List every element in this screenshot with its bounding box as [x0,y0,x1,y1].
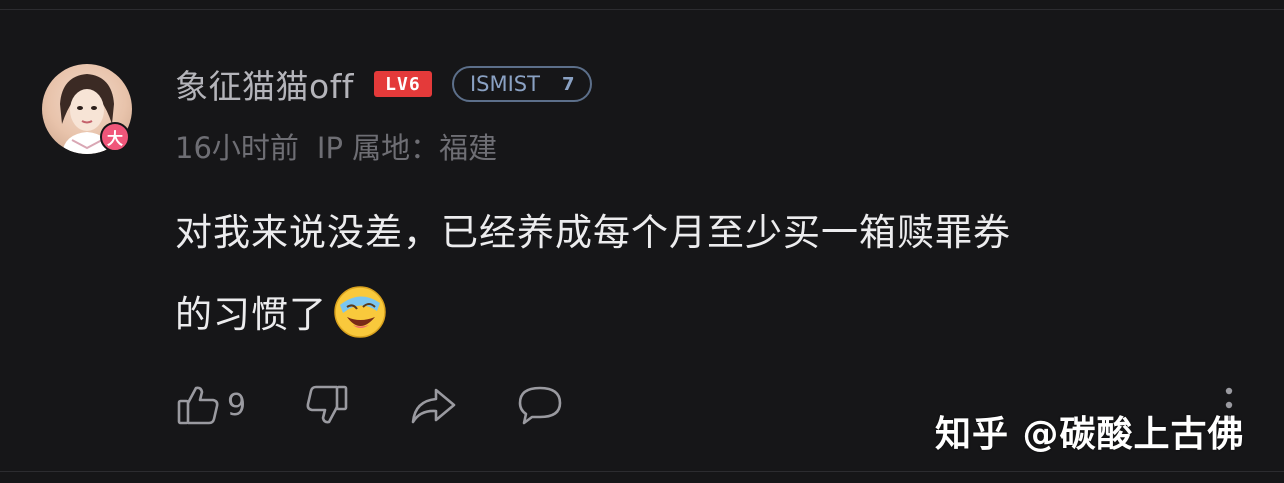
like-button[interactable]: 9 [175,382,246,428]
username[interactable]: 象征猫猫off [175,60,354,108]
vip-badge: 大 [100,122,130,152]
comment-text-line-2-wrap: 的习惯了 [175,274,1215,356]
comment-meta: 16小时前 IP 属地：福建 [175,125,497,167]
reply-button[interactable] [516,382,564,428]
bottom-divider [0,471,1284,472]
level-badge: LV6 [373,71,432,97]
share-icon [411,388,456,424]
comment-time: 16小时前 [175,131,299,165]
laughing-crying-face-icon [334,286,386,338]
thumbs-up-icon [177,386,219,425]
comment-text-line-1: 对我来说没差，已经养成每个月至少买一箱赎罪券 [175,211,1011,254]
top-divider [0,9,1284,10]
thumbs-down-icon [306,385,348,424]
watermark: 知乎 @碳酸上古佛 [935,414,1245,455]
comment-location: IP 属地：福建 [316,131,498,165]
group-badge-count: 7 [561,73,575,95]
comment-text-line-2: 的习惯了 [175,293,327,336]
dislike-button[interactable] [304,382,350,428]
avatar[interactable]: 大 [42,64,132,154]
comment-body: 对我来说没差，已经养成每个月至少买一箱赎罪券 的习惯了 [175,192,1215,356]
comment-bubble-icon [518,386,562,425]
share-button[interactable] [408,382,458,428]
like-count: 9 [227,387,247,423]
group-badge-label: ISMIST [469,72,540,96]
author-row: 象征猫猫off LV6 ISMIST 7 [175,60,593,108]
comment-actions: 9 [175,380,622,430]
group-badge[interactable]: ISMIST 7 [451,66,593,102]
